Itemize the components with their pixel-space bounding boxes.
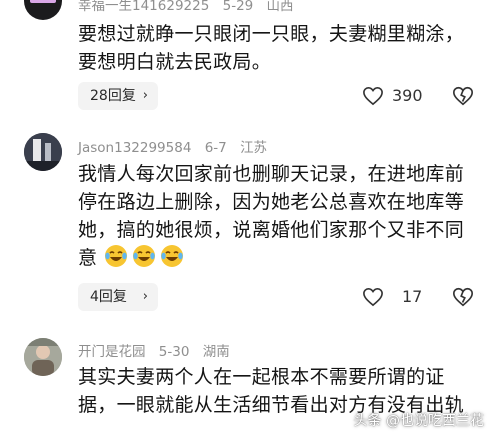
laughing-crying-emoji <box>160 245 183 267</box>
comment-text: 我情人每次回家前也删聊天记录，在进地库前停在路边上删除，因为她老公总喜欢在地库等… <box>78 160 478 272</box>
comment-location: 湖南 <box>202 344 230 360</box>
comment-location: 江苏 <box>240 140 268 156</box>
laughing-crying-emoji <box>132 245 155 267</box>
watermark-text: 头条 @也说吃西兰花 <box>353 413 484 429</box>
comment-text: 要想过就睁一只眼闭一只眼，夫妻糊里糊涂，要想明白就去民政局。 <box>78 23 465 73</box>
replies-button[interactable]: 4回复 › <box>78 283 158 311</box>
username[interactable]: 开门是花园 <box>78 344 146 360</box>
like-button[interactable]: 390 <box>362 82 423 110</box>
dislike-icon[interactable] <box>452 286 474 308</box>
watermark: 头条 @也说吃西兰花 <box>354 410 484 430</box>
username[interactable]: Jason132299584 <box>78 140 191 156</box>
heart-icon <box>363 287 383 307</box>
avatar[interactable] <box>24 0 62 20</box>
comment-meta: 开门是花园 5-30 湖南 <box>78 340 239 360</box>
chevron-right-icon: › <box>142 289 148 304</box>
comment-date: 6-7 <box>204 140 227 156</box>
comment-date: 5-30 <box>158 344 190 360</box>
emoji-row <box>104 245 188 269</box>
like-count: 390 <box>392 86 423 105</box>
like-count: 17 <box>402 287 423 306</box>
replies-label: 4回复 <box>90 289 127 305</box>
replies-button[interactable]: 28回复 › <box>78 82 158 110</box>
replies-label: 28回复 <box>90 88 136 104</box>
dislike-icon[interactable] <box>452 85 474 107</box>
avatar[interactable] <box>24 338 62 376</box>
comment-meta: Jason132299584 6-7 江苏 <box>78 136 276 156</box>
avatar-image <box>24 133 62 171</box>
avatar-image <box>30 0 56 3</box>
username[interactable]: 幸福一生141629225 <box>78 0 209 14</box>
comment-location: 山西 <box>266 0 294 14</box>
comment-date: 5-29 <box>222 0 254 14</box>
comment-meta: 幸福一生141629225 5-29 山西 <box>78 0 303 14</box>
avatar[interactable] <box>24 133 62 171</box>
avatar-image <box>24 338 62 376</box>
like-button[interactable]: 17 <box>362 283 422 311</box>
chevron-right-icon: › <box>142 88 148 103</box>
heart-icon <box>363 86 383 106</box>
laughing-crying-emoji <box>104 245 127 267</box>
